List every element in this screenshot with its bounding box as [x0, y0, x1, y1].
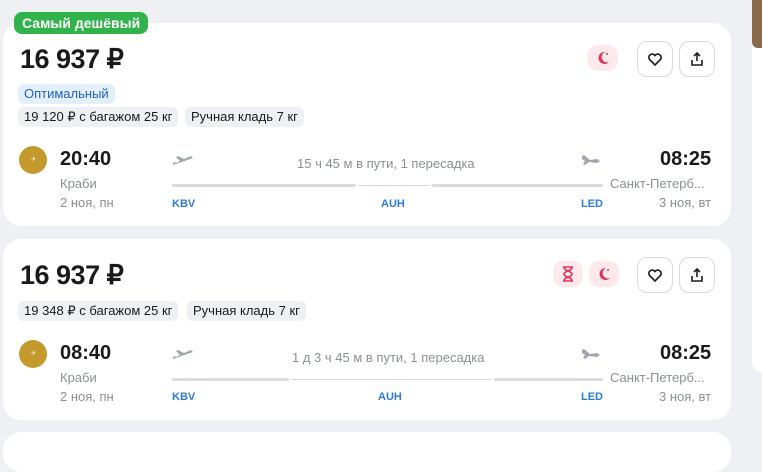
arrival-time: 08:25	[660, 342, 712, 364]
departure-date: 2 ноя, пн	[60, 389, 114, 404]
hourglass-icon	[563, 266, 573, 282]
share-button[interactable]	[679, 257, 715, 293]
ticket-card[interactable]: 16 937 ₽ Оптимальный 19 120 ₽ с багажом …	[3, 23, 731, 226]
transfer-code: AUH	[378, 391, 402, 403]
ticket-price: 16 937 ₽	[20, 260, 124, 290]
landing-icon	[582, 349, 600, 359]
share-icon	[691, 267, 703, 282]
share-icon	[691, 51, 703, 66]
ticket-card[interactable]	[3, 432, 731, 472]
layover-segment	[358, 185, 430, 186]
baggage-chip[interactable]: 19 348 ₽ с багажом 25 кг	[18, 301, 179, 321]
favorite-button[interactable]	[637, 257, 673, 293]
landing-icon	[582, 155, 600, 165]
ticket-card[interactable]: 16 937 ₽ 19 348 ₽ с багажом 25 кг Ручная…	[3, 239, 731, 420]
destination-code: LED	[581, 391, 603, 403]
long-layover-tag[interactable]	[553, 261, 583, 287]
moon-icon	[599, 267, 610, 280]
departure-time: 08:40	[60, 342, 112, 364]
arrival-time: 08:25	[660, 148, 712, 170]
night-flight-tag[interactable]	[589, 261, 619, 287]
heart-icon	[648, 53, 662, 67]
arrival-city: Санкт-Петерб...	[610, 176, 705, 191]
moon-icon	[598, 51, 609, 64]
transfer-code: AUH	[381, 198, 405, 210]
flight-duration: 15 ч 45 м в пути, 1 пересадка	[297, 156, 475, 171]
cheapest-badge: Самый дешёвый	[14, 12, 149, 34]
airline-logo: ✈	[19, 340, 47, 368]
departure-city: Краби	[60, 176, 97, 191]
baggage-chip[interactable]: 19 120 ₽ с багажом 25 кг	[18, 107, 179, 127]
airline-logo: ✈	[19, 146, 47, 174]
flight-duration: 1 д 3 ч 45 м в пути, 1 пересадка	[292, 350, 485, 365]
adjacent-photo	[752, 0, 762, 48]
departure-time: 20:40	[60, 148, 112, 170]
origin-code: KBV	[172, 198, 196, 210]
route-segment	[432, 184, 603, 187]
takeoff-icon	[173, 350, 193, 359]
arrival-date: 3 ноя, вт	[659, 195, 712, 210]
tariff-chip[interactable]: Оптимальный	[18, 84, 115, 104]
route-segment	[172, 378, 289, 381]
route-segment	[494, 378, 603, 381]
share-button[interactable]	[679, 41, 715, 77]
ticket-price: 16 937 ₽	[20, 44, 124, 74]
departure-date: 2 ноя, пн	[60, 195, 114, 210]
layover-segment	[291, 379, 492, 380]
origin-code: KBV	[172, 391, 196, 403]
destination-code: LED	[581, 198, 603, 210]
hand-luggage-chip: Ручная кладь 7 кг	[187, 301, 306, 321]
adjacent-panel	[752, 0, 762, 372]
arrival-date: 3 ноя, вт	[659, 389, 712, 404]
departure-city: Краби	[60, 370, 97, 385]
arrival-city: Санкт-Петерб...	[610, 370, 705, 385]
takeoff-icon	[173, 156, 193, 165]
route-segment	[172, 184, 356, 187]
hand-luggage-chip: Ручная кладь 7 кг	[185, 107, 304, 127]
heart-icon	[648, 269, 662, 283]
night-flight-tag[interactable]	[588, 45, 618, 71]
favorite-button[interactable]	[637, 41, 673, 77]
